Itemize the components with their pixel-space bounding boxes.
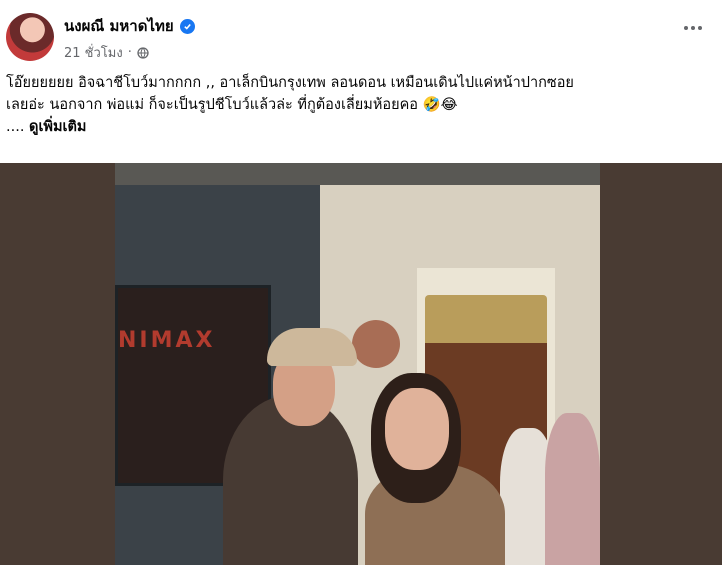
caption-line-3: .... ดูเพิ่มเติม — [6, 116, 706, 138]
author-name[interactable]: นงผณี มหาดไทย — [64, 14, 174, 38]
video-frame[interactable]: NIMAX — [115, 163, 600, 565]
post-media[interactable]: NIMAX — [0, 163, 722, 565]
man-cap — [267, 328, 357, 366]
post-meta: 21 ชั่วโมง · — [64, 42, 149, 63]
caption-ellipsis: .... — [6, 119, 25, 135]
post-time[interactable]: 21 ชั่วโมง — [64, 42, 123, 63]
wall-plaque — [352, 320, 400, 368]
post-caption: โอ๊ยยยยยย อิจฉาชีโบว์มากกกก ,, อาเล็กบิน… — [6, 72, 706, 138]
meta-separator: · — [127, 45, 132, 60]
more-options-icon[interactable] — [684, 26, 702, 30]
theatre-sign: NIMAX — [118, 328, 216, 353]
verified-badge-icon — [179, 18, 195, 34]
see-more-link[interactable]: ดูเพิ่มเติม — [29, 119, 86, 135]
globe-icon — [137, 46, 149, 59]
woman-face — [385, 388, 449, 470]
post-header: นงผณี มหาดไทย 21 ชั่วโมง · — [0, 0, 722, 66]
caption-line-1: โอ๊ยยยยยย อิจฉาชีโบว์มากกกก ,, อาเล็กบิน… — [6, 75, 574, 91]
building-top — [115, 163, 600, 185]
background-person — [545, 413, 600, 565]
door-fanlight — [425, 295, 547, 343]
caption-line-2: เลยอ่ะ นอกจาก พ่อแม่ ก็จะเป็นรูปชีโบว์แล… — [6, 97, 458, 113]
author-avatar[interactable] — [6, 13, 54, 61]
author-row: นงผณี มหาดไทย — [64, 14, 195, 38]
